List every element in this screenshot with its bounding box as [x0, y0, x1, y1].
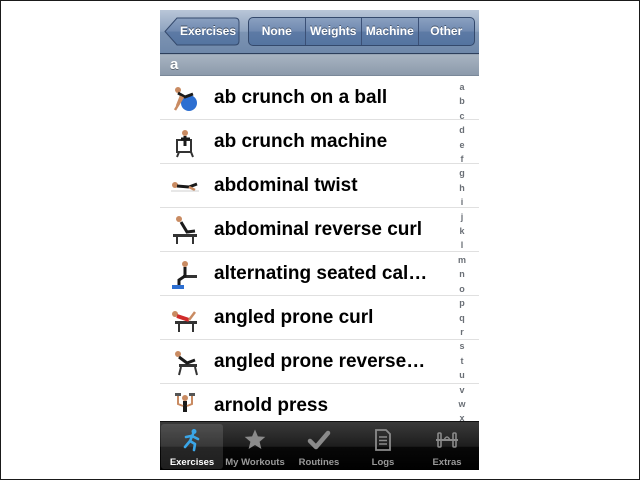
list-item[interactable]: angled prone reverse…	[160, 340, 479, 384]
exercise-name: arnold press	[214, 395, 329, 416]
tab-label: Routines	[298, 457, 340, 468]
section-header: a	[160, 54, 479, 76]
index-letter[interactable]: d	[451, 123, 473, 137]
tab-logs[interactable]: Logs	[352, 424, 414, 469]
exercise-list[interactable]: ab crunch on a ball ab crunch machine ab…	[160, 76, 479, 420]
exercise-thumbnail-icon	[173, 216, 197, 244]
list-item[interactable]: ab crunch machine	[160, 120, 479, 164]
index-letter[interactable]: m	[451, 253, 473, 267]
index-letter[interactable]: k	[451, 224, 473, 238]
tab-extras[interactable]: Extras	[416, 424, 478, 469]
section-header-label: a	[170, 56, 179, 73]
exercise-name: angled prone reverse…	[214, 351, 426, 372]
index-letter[interactable]: a	[451, 80, 473, 94]
back-button-label: Exercises	[179, 24, 237, 38]
index-letter[interactable]: n	[451, 267, 473, 281]
index-letter[interactable]: l	[451, 238, 473, 252]
exercise-thumbnail-icon	[172, 311, 197, 332]
index-letter[interactable]: i	[451, 195, 473, 209]
tab-label: Extras	[432, 457, 462, 468]
runner-icon	[183, 429, 200, 452]
checkmark-icon	[307, 430, 331, 450]
index-letter[interactable]: r	[451, 325, 473, 339]
tab-bar: Exercises My Workouts Routines Logs Extr…	[160, 421, 479, 470]
list-item[interactable]: ab crunch on a ball	[160, 76, 479, 120]
tab-exercises[interactable]: Exercises	[161, 424, 223, 469]
tab-label: Exercises	[169, 457, 215, 468]
exercise-name: ab crunch machine	[214, 131, 388, 152]
exercise-thumbnail-icon	[173, 87, 197, 111]
index-letter[interactable]: g	[451, 166, 473, 180]
filter-machine[interactable]: Machine	[361, 18, 418, 45]
tab-my-workouts[interactable]: My Workouts	[224, 424, 286, 469]
star-icon	[244, 429, 266, 449]
exercise-thumbnail-icon	[172, 261, 197, 289]
document-icon	[375, 429, 391, 451]
exercise-thumbnail-icon	[171, 182, 199, 192]
exercise-thumbnail-icon	[176, 130, 194, 158]
list-item[interactable]: arnold press	[160, 384, 479, 420]
index-letter[interactable]: c	[451, 109, 473, 123]
exercise-name: abdominal twist	[214, 175, 358, 196]
tab-routines[interactable]: Routines	[288, 424, 350, 469]
list-item[interactable]: angled prone curl	[160, 296, 479, 340]
phone-screen: Exercises None Weights Machine Other a a…	[160, 10, 479, 470]
alphabet-index[interactable]: a b c d e f g h i j k l m n o p q r s t …	[451, 80, 473, 452]
tab-label: My Workouts	[225, 457, 285, 468]
filter-other[interactable]: Other	[417, 18, 475, 45]
index-letter[interactable]: f	[451, 152, 473, 166]
filter-weights[interactable]: Weights	[304, 18, 362, 45]
exercise-thumbnail-icon	[175, 393, 195, 412]
index-letter[interactable]: h	[451, 181, 473, 195]
barbell-icon	[436, 432, 458, 448]
index-letter[interactable]: s	[451, 339, 473, 353]
index-letter[interactable]: o	[451, 282, 473, 296]
index-letter[interactable]: w	[451, 397, 473, 411]
exercise-name: alternating seated cal…	[214, 263, 428, 284]
filter-none[interactable]: None	[249, 18, 305, 45]
exercise-thumbnail-icon	[175, 351, 198, 376]
list-item[interactable]: abdominal twist	[160, 164, 479, 208]
equipment-filter: None Weights Machine Other	[248, 17, 475, 46]
tab-label: Logs	[371, 457, 395, 468]
index-letter[interactable]: u	[451, 368, 473, 382]
index-letter[interactable]: j	[451, 210, 473, 224]
index-letter[interactable]: e	[451, 138, 473, 152]
index-letter[interactable]: p	[451, 296, 473, 310]
exercise-name: abdominal reverse curl	[214, 219, 423, 240]
navigation-bar: Exercises None Weights Machine Other	[160, 10, 479, 54]
index-letter[interactable]: v	[451, 383, 473, 397]
index-letter[interactable]: t	[451, 354, 473, 368]
list-item[interactable]: abdominal reverse curl	[160, 208, 479, 252]
back-button[interactable]: Exercises	[164, 17, 240, 46]
exercise-name: angled prone curl	[214, 307, 374, 328]
index-letter[interactable]: q	[451, 311, 473, 325]
index-letter[interactable]: b	[451, 94, 473, 108]
exercise-name: ab crunch on a ball	[214, 87, 388, 108]
list-item[interactable]: alternating seated cal…	[160, 252, 479, 296]
